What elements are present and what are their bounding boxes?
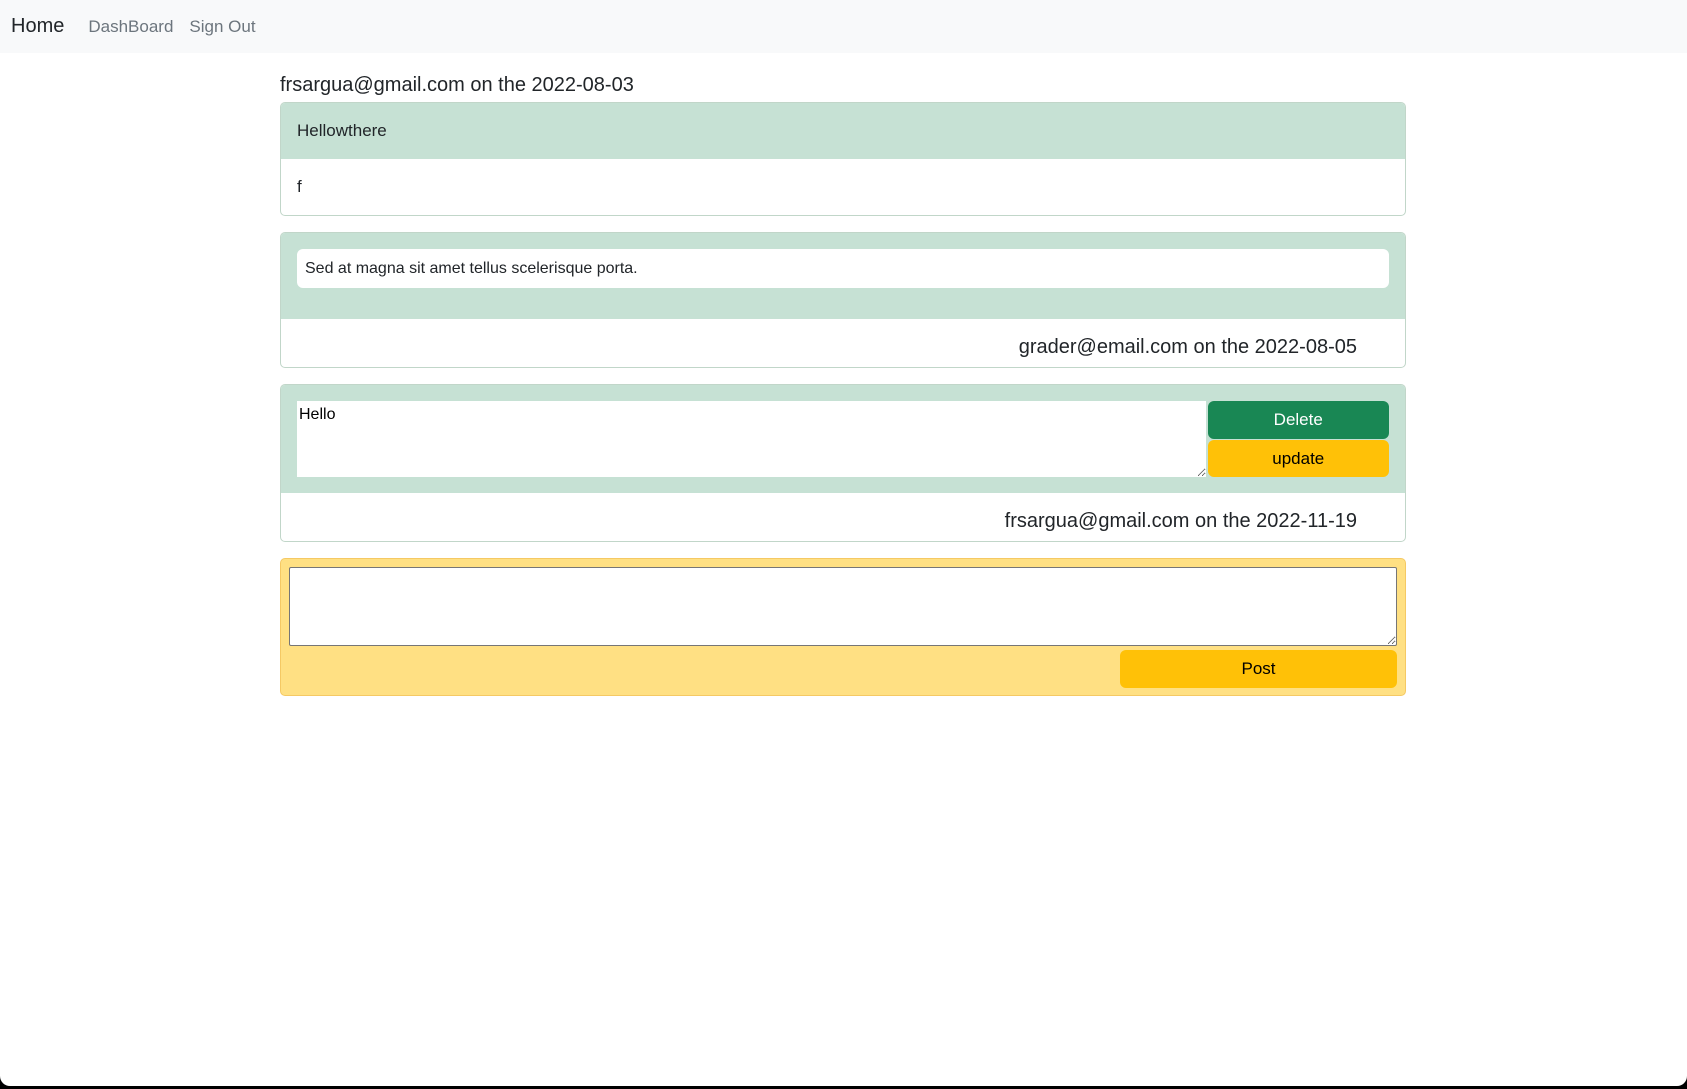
own-comment-body: Hello Delete update [281, 385, 1405, 493]
browser-viewport: Home DashBoard Sign Out frsargua@gmail.c… [0, 0, 1687, 1086]
post-card: Hellowthere f [280, 102, 1406, 216]
edit-comment-textarea[interactable]: Hello [297, 401, 1206, 477]
post-meta: frsargua@gmail.com on the 2022-08-03 [280, 74, 634, 96]
comment-meta: frsargua@gmail.com on the 2022-11-19 [1004, 510, 1357, 532]
update-button[interactable]: update [1207, 440, 1389, 477]
dashboard-link[interactable]: DashBoard [88, 17, 173, 37]
post-button[interactable]: Post [1120, 650, 1397, 688]
post-title: Hellowthere [281, 103, 1405, 159]
new-comment-textarea[interactable] [289, 567, 1397, 646]
comment-meta: grader@email.com on the 2022-08-05 [1018, 336, 1357, 358]
post-button-row: Post [289, 650, 1397, 688]
sign-out-link[interactable]: Sign Out [189, 17, 255, 37]
delete-button[interactable]: Delete [1207, 401, 1389, 439]
post-body: f [297, 177, 302, 196]
navbar: Home DashBoard Sign Out [0, 0, 1687, 53]
comment-actions: Delete update [1207, 401, 1389, 477]
home-link[interactable]: Home [11, 15, 64, 38]
new-comment-form: Post [280, 558, 1406, 696]
comment-card: Sed at magna sit amet tellus scelerisque… [280, 232, 1406, 368]
main-container: frsargua@gmail.com on the 2022-08-03 Hel… [280, 53, 1406, 696]
comment-text: Sed at magna sit amet tellus scelerisque… [297, 249, 1389, 288]
comment-body: Sed at magna sit amet tellus scelerisque… [281, 233, 1405, 319]
own-comment-card: Hello Delete update frsargua@gmail.com o… [280, 384, 1406, 542]
